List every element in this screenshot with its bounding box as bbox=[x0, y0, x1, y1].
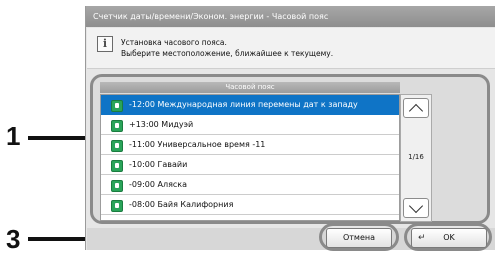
timezone-label: -11:00 Универсальное время -11 bbox=[129, 140, 266, 149]
globe-icon bbox=[111, 200, 123, 212]
ok-button[interactable]: ↵ OK bbox=[411, 228, 487, 248]
timezone-label: -08:00 Байя Калифорния bbox=[129, 200, 234, 209]
timezone-item[interactable]: -11:00 Универсальное время -11 bbox=[101, 135, 399, 155]
enter-icon: ↵ bbox=[418, 233, 426, 243]
scroll-column: 1/16 bbox=[400, 94, 432, 222]
callout-number-1: 1 bbox=[6, 121, 21, 151]
callout-number-3: 3 bbox=[6, 224, 21, 254]
cancel-button[interactable]: Отмена bbox=[326, 228, 392, 248]
timezone-item[interactable]: -09:00 Аляска bbox=[101, 175, 399, 195]
callout-line-1 bbox=[28, 136, 92, 140]
timezone-item[interactable]: -10:00 Гавайи bbox=[101, 155, 399, 175]
ok-button-label: OK bbox=[443, 233, 455, 242]
globe-icon bbox=[111, 100, 123, 112]
list-header: Часовой пояс bbox=[100, 82, 400, 93]
timezone-list: -12:00 Международная линия перемены дат … bbox=[100, 94, 400, 221]
scroll-down-button[interactable] bbox=[403, 198, 429, 218]
message-area: i Установка часового пояса. Выберите мес… bbox=[87, 28, 495, 69]
timezone-dialog: Счетчик даты/времени/Эконом. энергии - Ч… bbox=[85, 6, 495, 251]
globe-icon bbox=[111, 160, 123, 172]
globe-icon bbox=[111, 120, 123, 132]
timezone-label: -12:00 Международная линия перемены дат … bbox=[129, 100, 358, 109]
globe-icon bbox=[111, 180, 123, 192]
timezone-item[interactable]: -08:00 Байя Калифорния bbox=[101, 195, 399, 215]
timezone-label: -09:00 Аляска bbox=[129, 180, 188, 189]
scroll-up-button[interactable] bbox=[403, 98, 429, 119]
page-indicator: 1/16 bbox=[408, 153, 424, 161]
timezone-item[interactable]: -12:00 Международная линия перемены дат … bbox=[101, 95, 399, 115]
window-title: Счетчик даты/времени/Эконом. энергии - Ч… bbox=[86, 6, 495, 27]
chevron-down-icon bbox=[408, 198, 424, 214]
timezone-panel: Часовой пояс -12:00 Международная линия … bbox=[90, 74, 490, 224]
globe-icon bbox=[111, 140, 123, 152]
timezone-label: +13:00 Мидуэй bbox=[129, 120, 194, 129]
timezone-item[interactable]: +13:00 Мидуэй bbox=[101, 115, 399, 135]
message-line-2: Выберите местоположение, ближайшее к тек… bbox=[121, 49, 334, 58]
timezone-label: -10:00 Гавайи bbox=[129, 160, 188, 169]
chevron-up-icon bbox=[408, 103, 424, 119]
info-icon: i bbox=[97, 36, 113, 52]
message-line-1: Установка часового пояса. bbox=[121, 38, 227, 47]
